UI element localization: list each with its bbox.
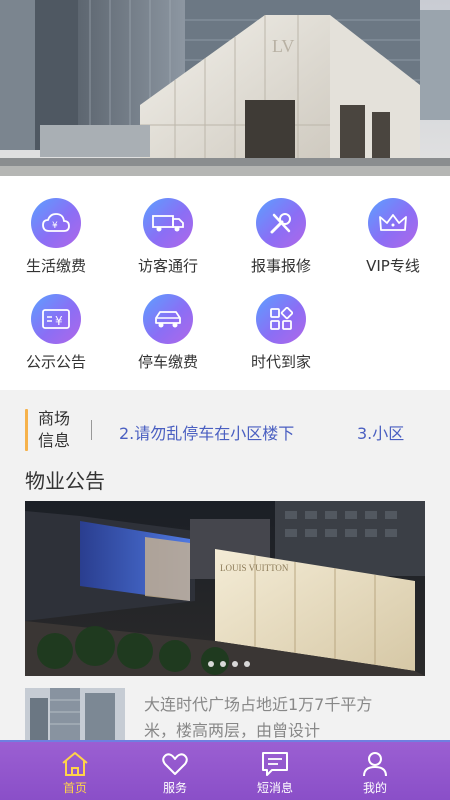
service-label: 公示公告 xyxy=(25,353,86,371)
tools-icon xyxy=(256,198,306,248)
service-home-delivery[interactable]: 时代到家 xyxy=(225,272,337,371)
service-repair-report[interactable]: 报事报修 xyxy=(225,176,337,275)
carousel-dot[interactable] xyxy=(244,661,250,667)
svg-text:¥: ¥ xyxy=(52,221,58,231)
carousel-dot[interactable] xyxy=(232,661,238,667)
truck-icon xyxy=(143,198,193,248)
yen-card-icon: ¥ xyxy=(31,294,81,344)
service-public-notice[interactable]: ¥ 公示公告 xyxy=(0,272,112,371)
service-label: VIP专线 xyxy=(366,257,420,275)
news-accent-bar xyxy=(25,409,28,451)
news-label-line1: 商场 xyxy=(38,409,71,428)
section-title: 物业公告 xyxy=(25,469,105,493)
svg-text:¥: ¥ xyxy=(55,314,63,328)
service-label: 时代到家 xyxy=(250,353,311,371)
bottom-tab-bar: 首页 服务 短消息 我的 xyxy=(0,740,450,800)
svg-text:LV: LV xyxy=(272,36,294,56)
service-grid: ¥ 生活缴费 访客通行 报事报修 VIP专线 ¥ 公示公告 停车缴费 时代到家 xyxy=(0,176,450,390)
tab-home[interactable]: 首页 xyxy=(35,742,115,800)
top-banner-image[interactable]: LV xyxy=(0,0,450,176)
news-item-link[interactable]: 2.请勿乱停车在小区楼下 xyxy=(119,420,294,444)
tab-label: 我的 xyxy=(362,781,387,795)
tab-label: 服务 xyxy=(162,781,187,795)
service-vip-line[interactable]: VIP专线 xyxy=(337,176,449,275)
article-summary: 大连时代广场占地近1万7千平方米，楼高两层，由曾设计 xyxy=(144,695,373,740)
notice-carousel-image[interactable]: LOUIS VUITTON xyxy=(25,501,425,676)
svg-text:LOUIS VUITTON: LOUIS VUITTON xyxy=(220,563,289,573)
tab-label: 短消息 xyxy=(256,781,293,795)
tab-label: 首页 xyxy=(62,781,87,795)
apps-icon xyxy=(256,294,306,344)
carousel-indicator[interactable] xyxy=(208,661,250,667)
message-icon xyxy=(262,752,288,776)
news-label: 商场 信息 xyxy=(38,408,78,452)
car-icon xyxy=(143,294,193,344)
heart-chat-icon xyxy=(162,753,188,775)
service-label: 停车缴费 xyxy=(137,353,198,371)
carousel-dot[interactable] xyxy=(208,661,214,667)
service-living-payment[interactable]: ¥ 生活缴费 xyxy=(0,176,112,275)
user-icon xyxy=(363,752,387,777)
notice-article-item[interactable]: 大连时代广场占地近1万7千平方米，楼高两层，由曾设计 xyxy=(25,688,425,740)
banner-building-photo: LV xyxy=(0,0,450,176)
service-visitor-pass[interactable]: 访客通行 xyxy=(112,176,224,275)
news-label-line2: 信息 xyxy=(38,431,71,450)
tab-messages[interactable]: 短消息 xyxy=(235,742,315,800)
service-parking-payment[interactable]: 停车缴费 xyxy=(112,272,224,371)
tab-services[interactable]: 服务 xyxy=(135,742,215,800)
cloud-yen-icon: ¥ xyxy=(31,198,81,248)
tab-profile[interactable]: 我的 xyxy=(335,742,415,800)
home-icon xyxy=(62,752,88,776)
news-divider xyxy=(91,420,92,440)
news-item-link[interactable]: 3.小区 xyxy=(357,420,410,444)
mall-night-photo: LOUIS VUITTON xyxy=(25,501,425,676)
article-thumbnail xyxy=(25,688,125,740)
mall-news-ticker[interactable]: 商场 信息 2.请勿乱停车在小区楼下 3.小区 xyxy=(0,400,450,460)
crown-icon xyxy=(368,198,418,248)
carousel-dot[interactable] xyxy=(220,661,226,667)
